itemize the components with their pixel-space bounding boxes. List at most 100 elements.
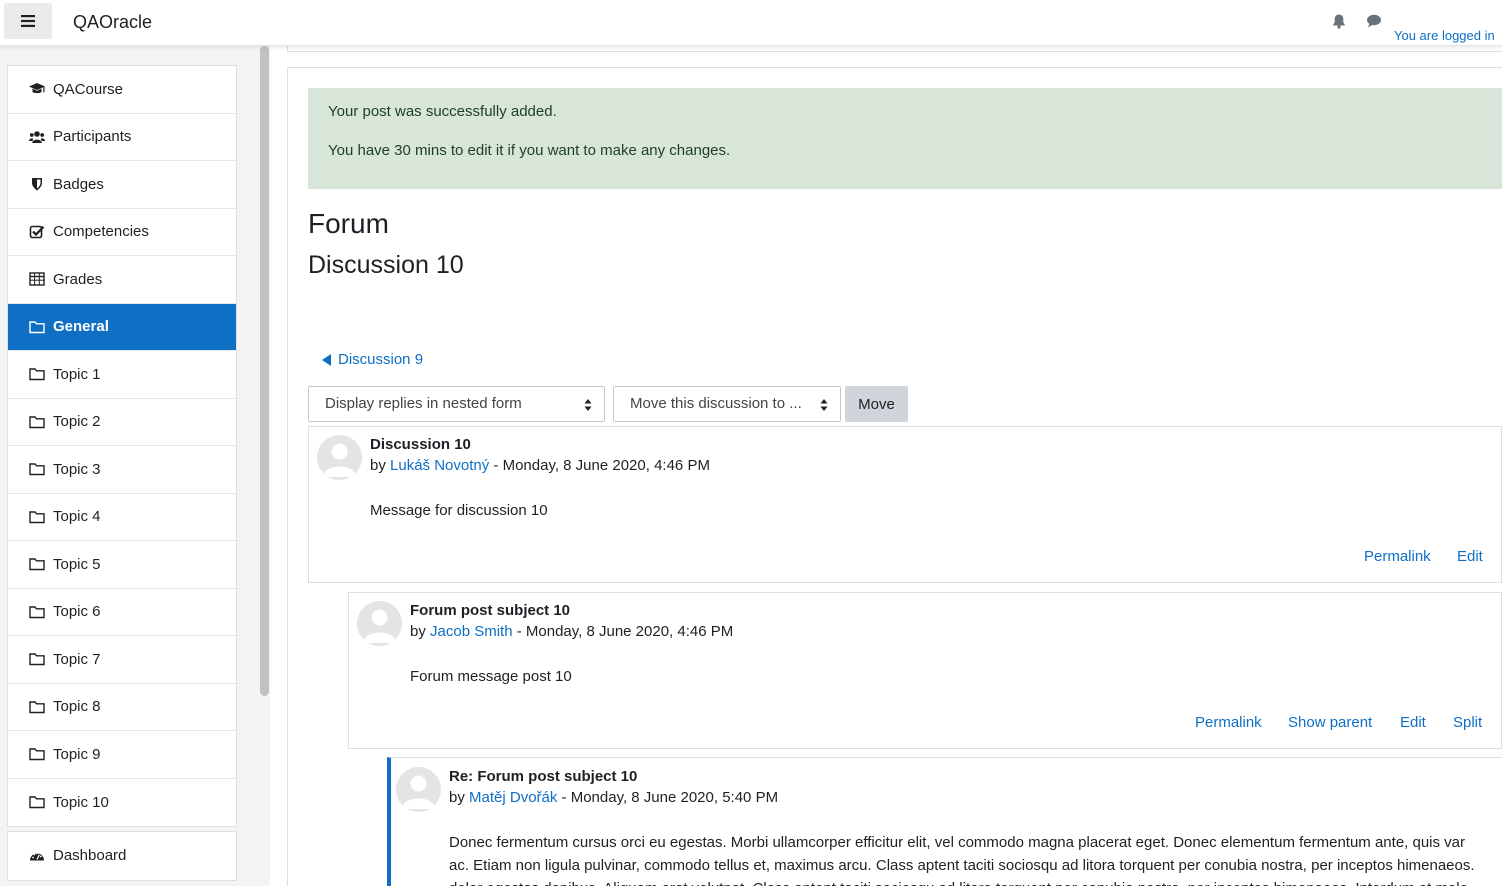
nav-item-label: Badges — [53, 175, 104, 193]
display-mode-value: Display replies in nested form — [325, 395, 522, 412]
nav-item-grades[interactable]: Grades — [8, 256, 236, 304]
nav-item-topic-7[interactable]: Topic 7 — [8, 636, 236, 684]
nav-item-label: Topic 8 — [53, 698, 101, 716]
avatar[interactable] — [357, 601, 402, 646]
post-date: - Monday, 8 June 2020, 5:40 PM — [561, 789, 779, 806]
move-discussion-select[interactable]: Move this discussion to ... — [613, 386, 841, 422]
folder-icon — [28, 651, 46, 667]
folder-icon — [28, 461, 46, 477]
nav-item-topic-5[interactable]: Topic 5 — [8, 541, 236, 589]
nav-item-label: QACourse — [53, 80, 124, 98]
select-arrows-icon — [584, 399, 592, 411]
nav-item-label: Topic 3 — [53, 460, 101, 478]
success-alert: Your post was successfully added. You ha… — [308, 88, 1502, 189]
nav-item-label: Topic 1 — [53, 365, 101, 383]
nav-item-general[interactable]: General — [8, 303, 236, 351]
post-message: Forum message post 10 — [410, 668, 572, 685]
forum-post: Re: Forum post subject 10 by Matěj Dvořá… — [387, 757, 1502, 886]
nav-item-label: Competencies — [53, 223, 149, 241]
nav-item-topic-1[interactable]: Topic 1 — [8, 351, 236, 399]
nav-item-topic-9[interactable]: Topic 9 — [8, 731, 236, 779]
nav-item-label: Topic 6 — [53, 603, 101, 621]
nav-item-topic-4[interactable]: Topic 4 — [8, 494, 236, 541]
folder-icon — [28, 794, 46, 810]
folder-icon — [28, 746, 46, 762]
folder-icon — [28, 556, 46, 572]
post-subject: Discussion 10 — [370, 436, 471, 453]
permalink-link[interactable]: Permalink — [1195, 714, 1262, 731]
edit-link[interactable]: Edit — [1400, 714, 1426, 731]
show-parent-link[interactable]: Show parent — [1288, 714, 1372, 731]
nav-item-label: Participants — [53, 128, 132, 146]
post-byline: by Matěj Dvořák - Monday, 8 June 2020, 5… — [449, 789, 778, 806]
nav-item-participants[interactable]: Participants — [8, 114, 236, 161]
nav-item-label: Dashboard — [53, 847, 127, 865]
nav-item-label: Topic 10 — [53, 793, 109, 811]
folder-icon — [28, 604, 46, 620]
folder-icon — [28, 414, 46, 430]
nav-item-dashboard[interactable]: Dashboard — [8, 832, 236, 880]
alert-line-1: Your post was successfully added. — [328, 103, 557, 120]
nav-item-topic-10[interactable]: Topic 10 — [8, 779, 236, 827]
graduation-cap-icon — [28, 81, 46, 97]
shield-icon — [28, 176, 46, 192]
drawer-toggle-button[interactable] — [4, 3, 52, 39]
move-button[interactable]: Move — [845, 386, 908, 422]
prev-discussion-link[interactable]: Discussion 9 — [322, 351, 423, 368]
triangle-left-icon — [322, 353, 331, 366]
nav-item-topic-3[interactable]: Topic 3 — [8, 446, 236, 494]
post-message: Message for discussion 10 — [370, 502, 548, 519]
nav-item-badges[interactable]: Badges — [8, 161, 236, 209]
avatar[interactable] — [317, 435, 362, 480]
forum-post: Forum post subject 10 by Jacob Smith - M… — [348, 592, 1502, 749]
move-discussion-value: Move this discussion to ... — [630, 395, 802, 412]
nav-item-label: Topic 4 — [53, 508, 101, 526]
author-link[interactable]: Jacob Smith — [430, 623, 513, 640]
page-header-card — [287, 46, 1502, 52]
permalink-link[interactable]: Permalink — [1364, 548, 1431, 565]
nav-item-topic-2[interactable]: Topic 2 — [8, 399, 236, 446]
table-icon — [28, 271, 46, 287]
post-subject: Forum post subject 10 — [410, 602, 571, 619]
discussion-title: Discussion 10 — [308, 251, 464, 279]
hamburger-icon — [21, 15, 35, 27]
post-message-line: Donec fermentum cursus orci eu egestas. … — [449, 834, 1466, 851]
avatar[interactable] — [396, 767, 441, 812]
nav-item-label: Topic 5 — [53, 555, 101, 573]
byline-prefix: by — [410, 623, 426, 640]
drawer-scrollbar[interactable] — [260, 46, 269, 696]
split-link[interactable]: Split — [1453, 714, 1482, 731]
dashboard-icon — [28, 848, 46, 864]
nav-item-label: Grades — [53, 270, 103, 288]
nav-item-label: General — [53, 318, 109, 336]
edit-link[interactable]: Edit — [1457, 548, 1483, 565]
site-brand[interactable]: QAOracle — [73, 12, 152, 33]
folder-icon — [28, 366, 46, 382]
alert-line-2: You have 30 mins to edit it if you want … — [328, 142, 731, 159]
folder-icon — [28, 319, 46, 335]
display-mode-select[interactable]: Display replies in nested form — [308, 386, 605, 422]
post-message-line: ac. Etiam non ligula pulvinar, commodo t… — [449, 857, 1475, 874]
post-message-line: dolor egestas dapibus. Aliquam erat volu… — [449, 878, 1468, 886]
author-link[interactable]: Lukáš Novotný — [390, 457, 489, 474]
byline-prefix: by — [449, 789, 465, 806]
page-title: Forum — [308, 208, 389, 239]
post-subject: Re: Forum post subject 10 — [449, 768, 638, 785]
nav-drawer: QACourse Participants Badges Competencie… — [0, 46, 270, 886]
site-nav: Dashboard — [7, 831, 237, 881]
message-icon[interactable] — [1366, 13, 1382, 29]
nav-item-topic-6[interactable]: Topic 6 — [8, 589, 236, 636]
bell-icon[interactable] — [1331, 13, 1347, 29]
author-link[interactable]: Matěj Dvořák — [469, 789, 557, 806]
post-date: - Monday, 8 June 2020, 4:46 PM — [516, 623, 734, 640]
select-arrows-icon — [820, 399, 828, 411]
nav-item-label: Topic 2 — [53, 413, 101, 431]
post-date: - Monday, 8 June 2020, 4:46 PM — [493, 457, 710, 474]
folder-icon — [28, 699, 46, 715]
nav-item-competencies[interactable]: Competencies — [8, 209, 236, 256]
nav-item-qacourse[interactable]: QACourse — [8, 66, 236, 114]
users-icon — [28, 129, 46, 145]
login-info[interactable]: You are logged in — [1394, 28, 1495, 43]
course-nav: QACourse Participants Badges Competencie… — [7, 65, 237, 827]
nav-item-topic-8[interactable]: Topic 8 — [8, 684, 236, 731]
